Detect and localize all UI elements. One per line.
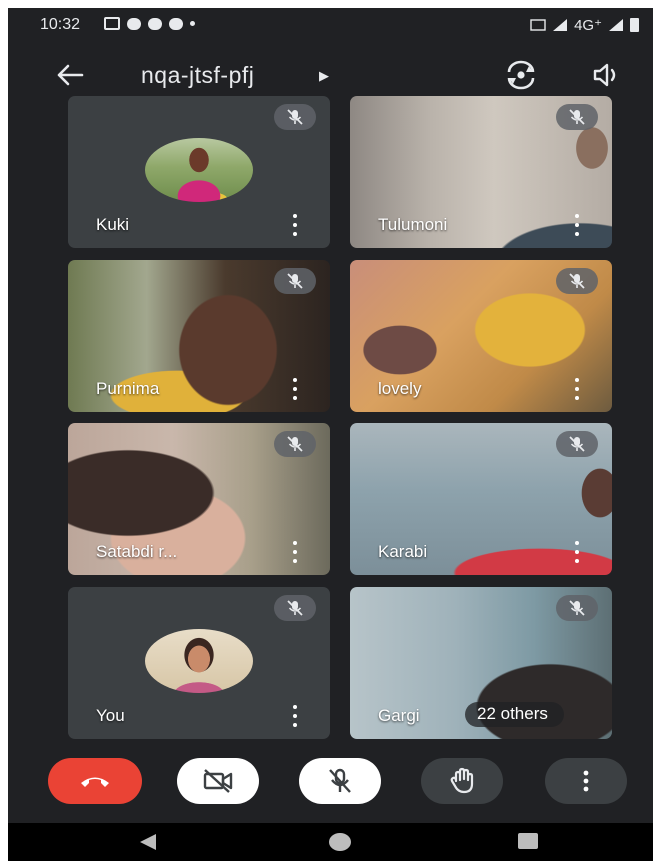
message-icon — [169, 17, 183, 30]
participant-tile-purnima[interactable]: Purnima — [68, 260, 330, 412]
more-vert-icon[interactable] — [290, 541, 300, 563]
more-vert-icon[interactable] — [572, 378, 582, 400]
more-vert-icon[interactable] — [290, 378, 300, 400]
raise-hand-button[interactable] — [421, 758, 503, 804]
status-time: 10:32 — [40, 16, 81, 33]
participant-tile-you[interactable]: You — [68, 587, 330, 739]
meeting-header: nqa-jtsf-pfj ▶ — [8, 48, 653, 102]
participant-name: Kuki — [96, 215, 130, 234]
messenger-icon — [148, 17, 162, 30]
participant-name: lovely — [378, 379, 422, 398]
mic-off-icon — [287, 600, 303, 616]
signal-icon — [553, 19, 568, 31]
system-navigation-bar — [8, 823, 653, 861]
phone-screen: 10:32 4G⁺ nqa-jtsf-pfj ▶ Kuki Tulumoni P… — [8, 8, 653, 861]
participant-tile-tulumoni[interactable]: Tulumoni — [350, 96, 612, 248]
mic-off-icon — [569, 600, 585, 616]
participant-tile-kuki[interactable]: Kuki — [68, 96, 330, 248]
mic-off-icon — [569, 109, 585, 125]
switch-camera-icon[interactable] — [504, 60, 538, 90]
mute-indicator — [556, 431, 598, 457]
mic-off-icon — [569, 436, 585, 452]
mute-indicator — [274, 431, 316, 457]
battery-icon — [630, 18, 639, 32]
participant-name: Tulumoni — [378, 215, 448, 234]
mic-off-icon — [287, 273, 303, 289]
participant-name: Satabdi r... — [96, 542, 178, 561]
network-type: 4G⁺ — [574, 17, 602, 34]
mic-off-icon — [569, 273, 585, 289]
arrow-left-icon[interactable] — [52, 58, 86, 92]
mute-indicator — [274, 595, 316, 621]
more-vert-icon[interactable] — [290, 214, 300, 236]
more-options-button[interactable] — [545, 758, 627, 804]
more-notifications-icon — [190, 21, 195, 26]
more-vert-icon — [583, 770, 589, 792]
participant-name: Gargi — [378, 706, 420, 725]
participant-tile-karabi[interactable]: Karabi — [350, 423, 612, 575]
more-vert-icon[interactable] — [572, 214, 582, 236]
camera-notification-icon — [104, 17, 120, 30]
participant-name: Karabi — [378, 542, 428, 561]
mic-off-icon — [329, 768, 351, 793]
call-end-icon — [81, 777, 109, 787]
toggle-video-button[interactable] — [177, 758, 259, 804]
toggle-mic-button[interactable] — [299, 758, 381, 804]
mute-indicator — [556, 268, 598, 294]
status-right: 4G⁺ — [530, 16, 639, 34]
mute-indicator — [556, 595, 598, 621]
more-vert-icon[interactable] — [290, 705, 300, 727]
mute-indicator — [274, 268, 316, 294]
participant-tile-gargi[interactable]: Gargi 22 others — [350, 587, 612, 739]
notification-icons — [104, 17, 195, 30]
nav-back-icon[interactable] — [138, 833, 158, 851]
meeting-code[interactable]: nqa-jtsf-pfj — [141, 62, 254, 89]
messenger-icon — [127, 17, 141, 30]
others-badge[interactable]: 22 others — [465, 702, 564, 727]
meeting-details-caret-icon[interactable]: ▶ — [319, 68, 329, 84]
nav-recents-icon[interactable] — [518, 833, 538, 849]
hand-icon — [450, 767, 474, 794]
participant-tile-satabdi[interactable]: Satabdi r... — [68, 423, 330, 575]
call-controls — [8, 758, 653, 818]
speaker-icon[interactable] — [591, 61, 623, 89]
participant-name: Purnima — [96, 379, 160, 398]
leave-call-button[interactable] — [48, 758, 142, 804]
status-bar: 10:32 4G⁺ — [8, 8, 653, 42]
nav-home-icon[interactable] — [329, 833, 351, 851]
participant-tile-lovely[interactable]: lovely — [350, 260, 612, 412]
avatar — [145, 629, 253, 693]
mic-off-icon — [287, 109, 303, 125]
mute-indicator — [556, 104, 598, 130]
video-off-icon — [203, 769, 233, 793]
more-vert-icon[interactable] — [572, 541, 582, 563]
mic-off-icon — [287, 436, 303, 452]
participant-name: You — [96, 706, 125, 725]
mute-indicator — [274, 104, 316, 130]
avatar — [145, 138, 253, 202]
signal-icon-2 — [609, 19, 623, 31]
volte-icon — [530, 19, 546, 31]
